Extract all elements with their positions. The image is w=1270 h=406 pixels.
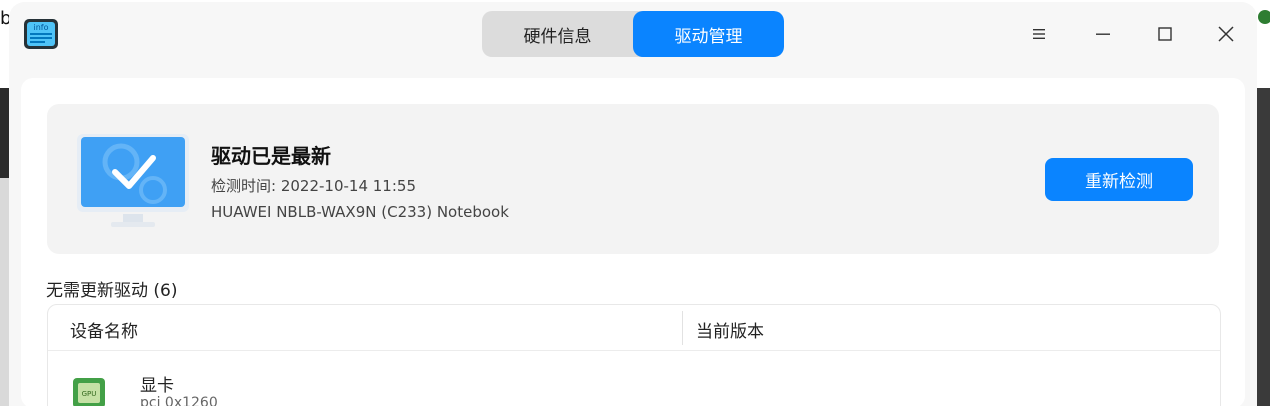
- rescan-button[interactable]: 重新检测: [1045, 158, 1193, 201]
- app-icon: info: [24, 19, 58, 49]
- close-icon: [1218, 26, 1234, 42]
- titlebar: info 硬件信息 驱动管理: [9, 2, 1257, 66]
- column-header-current-version[interactable]: 当前版本: [696, 317, 764, 342]
- no-update-section-title: 无需更新驱动 (6): [46, 281, 178, 301]
- menu-button[interactable]: [1025, 20, 1053, 48]
- device-manager-window: info 硬件信息 驱动管理 驱动已是最新 检测时间: 2022-10-14 1…: [9, 2, 1257, 406]
- table-header: 设备名称 当前版本: [48, 305, 1220, 351]
- gpu-icon-label: GPU: [82, 390, 97, 398]
- maximize-icon: [1158, 27, 1172, 41]
- scan-time: 检测时间: 2022-10-14 11:55: [211, 177, 416, 195]
- background-strip: [0, 88, 9, 178]
- gpu-icon: GPU: [73, 378, 105, 406]
- device-id: pci 0x1260: [140, 395, 218, 406]
- driver-table: 设备名称 当前版本 GPU 显卡 pci 0x1260: [47, 304, 1221, 406]
- minimize-icon: [1096, 33, 1110, 35]
- monitor-check-icon: [77, 134, 189, 227]
- background-app-icon: [1258, 10, 1270, 24]
- app-icon-label: info: [33, 23, 48, 32]
- maximize-button[interactable]: [1151, 20, 1179, 48]
- device-name: 显卡: [140, 376, 174, 396]
- view-switcher: 硬件信息 驱动管理: [482, 11, 784, 57]
- driver-status-title: 驱动已是最新: [211, 144, 331, 168]
- menu-icon: [1033, 29, 1045, 39]
- device-model: HUAWEI NBLB-WAX9N (C233) Notebook: [211, 203, 509, 221]
- column-header-device-name[interactable]: 设备名称: [70, 317, 138, 342]
- driver-status-card: 驱动已是最新 检测时间: 2022-10-14 11:55 HUAWEI NBL…: [47, 104, 1219, 254]
- tab-driver-management[interactable]: 驱动管理: [633, 11, 784, 57]
- tab-hardware-info[interactable]: 硬件信息: [482, 11, 633, 57]
- background-strip: [0, 178, 9, 406]
- close-button[interactable]: [1212, 20, 1240, 48]
- minimize-button[interactable]: [1089, 20, 1117, 48]
- column-divider[interactable]: [682, 311, 683, 345]
- driver-management-panel: 驱动已是最新 检测时间: 2022-10-14 11:55 HUAWEI NBL…: [21, 78, 1245, 406]
